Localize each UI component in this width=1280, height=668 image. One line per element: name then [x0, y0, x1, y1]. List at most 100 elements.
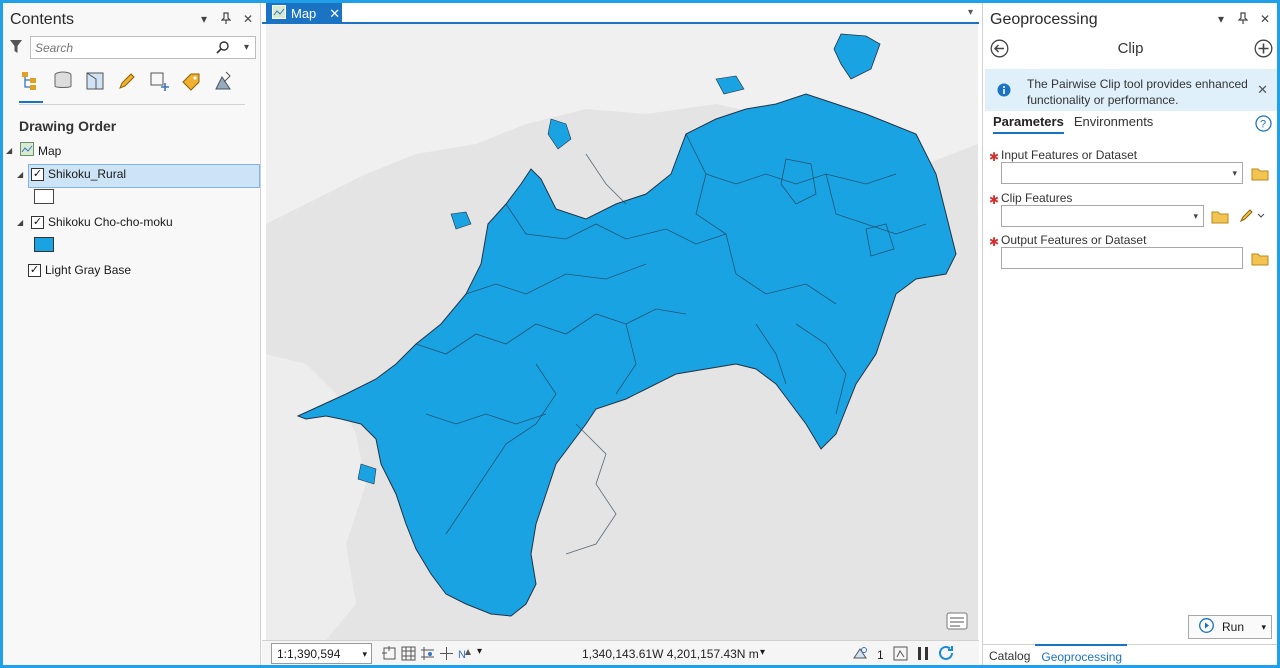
statusbar-tools: N ▾ — [382, 646, 492, 661]
collapse-icon[interactable]: ◢ — [6, 146, 16, 155]
chevron-down-icon[interactable]: ▾ — [477, 646, 492, 661]
required-marker: ✱ — [989, 193, 1000, 207]
collapse-icon[interactable]: ◢ — [17, 218, 27, 227]
map-canvas[interactable] — [266, 24, 978, 640]
close-icon[interactable]: ✕ — [1257, 82, 1268, 98]
info-banner: The Pairwise Clip tool provides enhanced… — [985, 69, 1277, 111]
tab-parameters[interactable]: Parameters — [993, 114, 1064, 134]
pin-icon[interactable] — [1237, 12, 1249, 27]
extent-indicator-icon[interactable] — [382, 646, 397, 661]
chevron-down-icon[interactable]: ▾ — [1232, 168, 1237, 179]
required-marker: ✱ — [989, 150, 1000, 164]
folder-icon[interactable] — [1251, 166, 1269, 181]
map-statusbar: 1:1,390,594 ▾ N ▾ 1,340,143.61W 4,201,15… — [262, 640, 979, 665]
island — [450, 211, 472, 230]
list-by-labeling-icon[interactable] — [179, 69, 203, 93]
chevron-down-icon[interactable]: ▾ — [760, 647, 765, 658]
pencil-icon[interactable] — [1239, 208, 1265, 223]
grid-icon[interactable] — [401, 646, 416, 661]
snapping-icon[interactable] — [420, 646, 435, 661]
folder-icon[interactable] — [1251, 251, 1269, 266]
collapse-icon[interactable]: ◢ — [17, 170, 27, 179]
layer-row-light-gray-base[interactable]: ✓ Light Gray Base — [28, 263, 131, 277]
contents-toolbar — [19, 69, 245, 105]
chevron-down-icon[interactable]: ▾ — [1215, 12, 1227, 27]
view-tabbar: Map ✕ ▾ — [262, 3, 979, 24]
bottom-tabs: Catalog Geoprocessing — [983, 644, 1278, 665]
map-tree-item[interactable]: ◢ Map — [6, 142, 61, 159]
tab-map[interactable]: Map ✕ — [266, 3, 342, 24]
map-label: Map — [38, 143, 62, 158]
island — [547, 118, 572, 150]
symbol-swatch-rural[interactable] — [34, 189, 54, 204]
contents-title: Contents — [10, 11, 75, 28]
refresh-icon[interactable] — [938, 645, 955, 665]
clip-features-field[interactable]: ▾ — [1001, 205, 1204, 227]
list-by-drawing-order-icon[interactable] — [19, 69, 43, 103]
chevron-down-icon[interactable]: ▾ — [198, 12, 210, 27]
close-icon[interactable]: ✕ — [242, 12, 254, 27]
layer-name: Shikoku_Rural — [48, 167, 127, 181]
symbol-swatch-cho-cho-moku[interactable] — [34, 237, 54, 252]
visibility-checkbox[interactable]: ✓ — [31, 167, 44, 181]
list-by-selection-icon[interactable] — [83, 69, 107, 93]
layer-name: Light Gray Base — [45, 263, 132, 277]
map-icon — [272, 5, 286, 22]
tab-geoprocessing[interactable]: Geoprocessing — [1035, 644, 1128, 665]
list-by-source-icon[interactable] — [51, 69, 75, 93]
visibility-checkbox[interactable]: ✓ — [31, 215, 44, 229]
coordinate-readout: 1,340,143.61W 4,201,157.43N m — [582, 647, 759, 661]
chevron-down-icon[interactable]: ▾ — [1193, 211, 1198, 222]
tab-catalog[interactable]: Catalog — [983, 645, 1035, 665]
pause-icon[interactable] — [917, 646, 929, 664]
help-icon[interactable]: ? — [1255, 115, 1272, 135]
search-box[interactable]: ▾ — [30, 36, 256, 59]
layer-row-shikoku-rural[interactable]: ◢ ✓ Shikoku_Rural — [17, 167, 126, 181]
search-icon[interactable] — [216, 41, 229, 57]
tool-header: Clip — [983, 37, 1278, 61]
map-drawing — [266, 24, 978, 640]
refresh-extent-icon[interactable] — [893, 646, 908, 664]
svg-text:N: N — [458, 649, 466, 661]
search-input[interactable] — [35, 39, 215, 56]
scale-selector[interactable]: 1:1,390,594 ▾ — [271, 643, 372, 664]
list-by-editing-icon[interactable] — [115, 69, 139, 93]
svg-text:?: ? — [1260, 119, 1266, 131]
info-icon — [997, 83, 1011, 100]
visibility-checkbox[interactable]: ✓ — [28, 263, 41, 277]
folder-icon[interactable] — [1211, 209, 1229, 224]
play-icon — [1199, 618, 1214, 636]
info-message: The Pairwise Clip tool provides enhanced… — [1027, 77, 1248, 107]
required-marker: ✱ — [989, 235, 1000, 249]
param-label-input-features: Input Features or Dataset — [1001, 148, 1138, 162]
filter-icon[interactable] — [9, 39, 23, 55]
close-icon[interactable]: ✕ — [1259, 12, 1271, 27]
pin-icon[interactable] — [220, 12, 232, 27]
tool-name: Clip — [1117, 40, 1144, 57]
layer-row-shikoku-cho-cho-moku[interactable]: ◢ ✓ Shikoku Cho-cho-moku — [17, 215, 173, 229]
list-by-perspective-imagery-icon[interactable] — [211, 69, 235, 93]
north-arrow-icon[interactable]: N — [458, 646, 473, 661]
chevron-down-icon[interactable]: ▾ — [362, 649, 367, 660]
geoprocessing-pane-controls: ▾ ✕ — [1215, 12, 1271, 27]
chevron-down-icon[interactable]: ▾ — [968, 7, 973, 18]
crosshair-icon[interactable] — [439, 646, 454, 661]
list-by-snapping-icon[interactable] — [147, 69, 171, 93]
output-features-field[interactable] — [1001, 247, 1243, 269]
drawing-order-heading: Drawing Order — [19, 118, 117, 134]
add-icon[interactable] — [1254, 39, 1273, 61]
tab-environments[interactable]: Environments — [1074, 114, 1153, 134]
input-features-field[interactable]: ▾ — [1001, 162, 1243, 184]
map-icon — [20, 142, 34, 159]
selected-features-icon[interactable] — [852, 646, 868, 664]
chevron-down-icon[interactable]: ▾ — [1261, 622, 1266, 633]
contents-pane: Contents ▾ ✕ ▾ — [3, 3, 261, 665]
close-icon[interactable]: ✕ — [329, 6, 340, 22]
selected-count: 1 — [877, 648, 884, 662]
chevron-down-icon[interactable]: ▾ — [244, 42, 249, 53]
run-button[interactable]: Run ▾ — [1188, 615, 1272, 639]
statusbar-right: 1 — [852, 645, 955, 665]
run-label: Run — [1222, 620, 1245, 634]
contents-pane-controls: ▾ ✕ — [198, 12, 254, 27]
shikoku-land — [296, 93, 957, 617]
